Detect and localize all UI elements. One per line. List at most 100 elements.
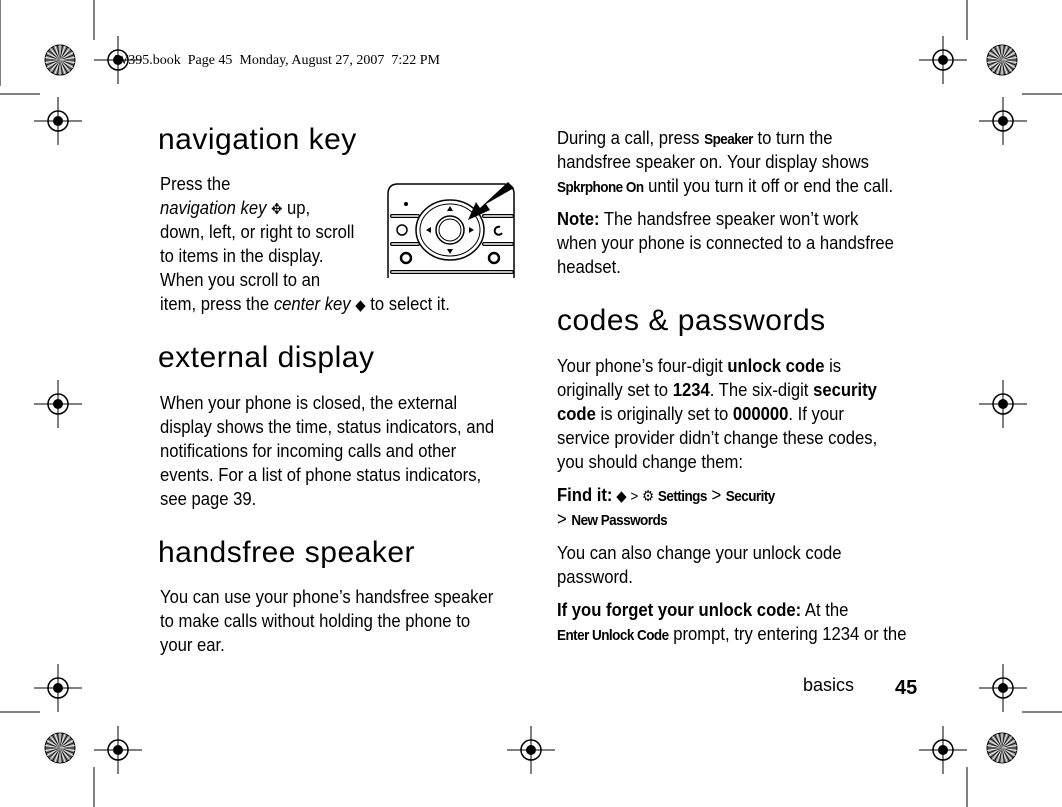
text-run: When your phone is closed, the external <box>160 392 458 413</box>
text-line: You can also change your unlock code <box>557 542 841 564</box>
text-run: originally set to <box>557 379 673 400</box>
text-run: you should change them: <box>557 451 744 472</box>
inline-icon: ✥ <box>271 201 283 218</box>
text-run: The handsfree speaker won’t work <box>599 208 859 229</box>
text-run: code <box>557 403 596 424</box>
text-run: > <box>557 508 572 529</box>
text-run: to select it. <box>365 293 450 314</box>
text-line: Note: The handsfree speaker won’t work <box>557 208 858 230</box>
text-run: At the <box>801 599 849 620</box>
registration-target <box>34 97 82 145</box>
text-run: down, left, or right to scroll <box>160 221 355 242</box>
text-run: Settings <box>657 488 707 505</box>
text-line: item, press the center key ◆ to select i… <box>160 293 450 317</box>
section-heading: codes & passwords <box>557 304 826 337</box>
phone-keypad-navigation-illustration <box>387 182 515 278</box>
text-run: until you turn it off or end the call. <box>643 175 894 196</box>
text-line: events. For a list of phone status indic… <box>160 464 481 486</box>
text-line: Find it: ◆ > ⚙ Settings > Security <box>557 484 775 508</box>
text-line: Press the <box>160 173 230 195</box>
text-line: When you scroll to an <box>160 269 320 291</box>
text-run: service provider didn’t change these cod… <box>557 427 878 448</box>
text-run: Spkrphone On <box>557 179 644 196</box>
text-run: prompt, try entering 1234 or the <box>668 623 907 644</box>
text-line: code is originally set to 000000. If you… <box>557 403 844 425</box>
text-run: Speaker <box>704 131 753 148</box>
registration-target <box>979 380 1027 428</box>
text-run: when your phone is connected to a handsf… <box>557 232 894 253</box>
text-run: > <box>706 484 726 505</box>
text-line: handsfree speaker on. Your display shows <box>557 151 869 173</box>
text-line: you should change them: <box>557 451 743 473</box>
text-run: to items in the display. <box>160 245 324 266</box>
text-line: You can use your phone’s handsfree speak… <box>160 586 493 608</box>
text-run: security <box>813 379 877 400</box>
section-heading: navigation key <box>158 123 357 156</box>
text-run: Find it: <box>557 484 613 505</box>
text-run: is <box>824 355 842 376</box>
text-run: handsfree speaker on. Your display shows <box>557 151 869 172</box>
text-run: You can also change your unlock code <box>557 542 842 563</box>
text-line: down, left, or right to scroll <box>160 221 354 243</box>
starburst-mark <box>986 44 1018 76</box>
text-line: when your phone is connected to a handsf… <box>557 232 894 254</box>
text-run: . The six-digit <box>709 379 814 400</box>
text-line: When your phone is closed, the external <box>160 392 457 414</box>
text-run: center key <box>273 293 356 314</box>
text-line: Enter Unlock Code prompt, try entering 1… <box>557 623 906 647</box>
text-line: see page 39. <box>160 488 256 510</box>
text-line: notifications for incoming calls and oth… <box>160 440 456 462</box>
text-run: up, <box>282 197 311 218</box>
page-number: 45 <box>895 677 918 699</box>
text-run: New Passwords <box>571 512 668 529</box>
registration-target <box>94 726 142 774</box>
text-run: 1234 <box>672 379 710 400</box>
text-run: is originally set to <box>595 403 733 424</box>
registration-target <box>507 726 555 774</box>
text-run: Note: <box>557 208 600 229</box>
text-line: headset. <box>557 256 621 278</box>
text-run: unlock code <box>727 355 825 376</box>
text-line: navigation key ✥ up, <box>160 197 310 221</box>
text-line: originally set to 1234. The six-digit se… <box>557 379 877 401</box>
text-run: headset. <box>557 256 621 277</box>
text-run: Your phone’s four-digit <box>557 355 728 376</box>
footer-section-label: basics <box>803 675 855 695</box>
text-run: 000000 <box>732 403 789 424</box>
text-run: display shows the time, status indicator… <box>160 416 495 437</box>
starburst-mark <box>44 732 76 764</box>
text-line: > New Passwords <box>557 508 668 532</box>
text-run: Enter Unlock Code <box>557 627 669 644</box>
text-line: password. <box>557 566 633 588</box>
text-run: If you forget your unlock code: <box>557 599 802 620</box>
text-run: . If your <box>788 403 844 424</box>
registration-target <box>979 97 1027 145</box>
text-line: Your phone’s four-digit unlock code is <box>557 355 841 377</box>
text-line: display shows the time, status indicator… <box>160 416 494 438</box>
inline-icon: ⚙ <box>642 488 658 505</box>
starburst-mark <box>44 44 76 76</box>
text-run: Security <box>725 488 776 505</box>
inline-icon: ◆ > <box>612 488 643 505</box>
registration-target <box>34 664 82 712</box>
text-run: password. <box>557 566 633 587</box>
text-run: navigation key <box>160 197 272 218</box>
text-run: You can use your phone’s handsfree speak… <box>160 586 494 607</box>
text-run: notifications for incoming calls and oth… <box>160 440 457 461</box>
text-run: to make calls without holding the phone … <box>160 610 471 631</box>
text-run: item, press the <box>160 293 274 314</box>
text-run: Press the <box>160 173 231 194</box>
text-line: to make calls without holding the phone … <box>160 610 470 632</box>
text-line: your ear. <box>160 634 225 656</box>
text-run: During a call, press <box>557 127 705 148</box>
starburst-mark <box>986 732 1018 764</box>
text-run: When you scroll to an <box>160 269 321 290</box>
text-run: see page 39. <box>160 488 257 509</box>
text-run: your ear. <box>160 634 225 655</box>
registration-target <box>979 664 1027 712</box>
section-heading: handsfree speaker <box>158 536 415 569</box>
text-line: to items in the display. <box>160 245 324 267</box>
text-line: Spkrphone On until you turn it off or en… <box>557 175 893 199</box>
registration-target <box>919 36 967 84</box>
text-run: events. For a list of phone status indic… <box>160 464 482 485</box>
